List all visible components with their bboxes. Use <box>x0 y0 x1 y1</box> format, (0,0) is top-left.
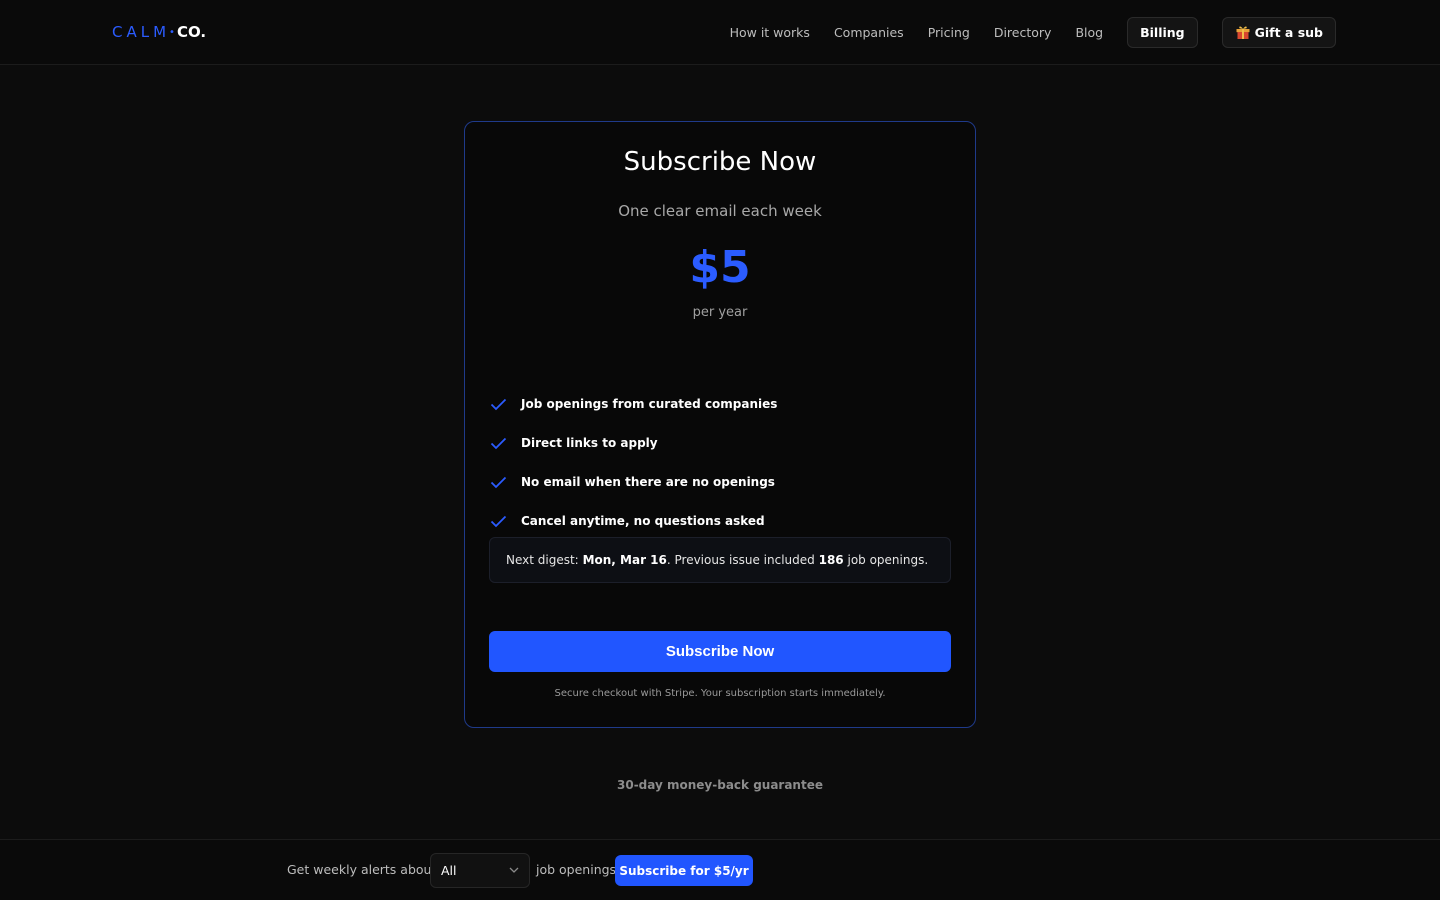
check-icon <box>490 515 507 528</box>
check-icon <box>490 476 507 489</box>
nav-pricing[interactable]: Pricing <box>928 25 970 40</box>
price-period: per year <box>692 305 748 320</box>
digest-date: Mon, Mar 16 <box>582 553 667 567</box>
feature-text: Cancel anytime, no questions asked <box>521 513 765 528</box>
next-digest-info: Next digest: Mon, Mar 16. Previous issue… <box>489 537 951 583</box>
nav-directory[interactable]: Directory <box>994 25 1052 40</box>
alert-text-after: job openings <box>536 862 617 877</box>
alert-bar: Get weekly alerts about All job openings… <box>0 839 1440 900</box>
feature-text: No email when there are no openings <box>521 474 775 489</box>
check-icon <box>490 437 507 450</box>
logo-dot: • <box>169 26 175 38</box>
gift-icon <box>1235 24 1251 40</box>
logo[interactable]: CALM • CO. <box>112 22 206 42</box>
site-header: CALM • CO. How it works Companies Pricin… <box>0 0 1440 65</box>
money-back-guarantee: 30-day money-back guarantee <box>617 778 823 792</box>
nav-companies[interactable]: Companies <box>834 25 904 40</box>
billing-button[interactable]: Billing <box>1127 16 1198 48</box>
subscribe-card: Subscribe Now One clear email each week … <box>464 121 976 728</box>
feature-list: Job openings from curated companies Dire… <box>490 384 950 540</box>
price: $5 <box>689 242 751 293</box>
feature-item: Job openings from curated companies <box>490 384 950 423</box>
category-select-value: All <box>441 863 457 878</box>
feature-item: No email when there are no openings <box>490 462 950 501</box>
feature-text: Job openings from curated companies <box>521 396 778 411</box>
digest-count: 186 <box>818 553 844 567</box>
feature-item: Direct links to apply <box>490 423 950 462</box>
chevron-down-icon <box>509 867 519 873</box>
check-icon <box>490 398 507 411</box>
digest-suffix: job openings. <box>847 553 929 567</box>
billing-label: Billing <box>1140 24 1185 40</box>
category-select[interactable]: All <box>430 853 530 888</box>
nav-blog[interactable]: Blog <box>1075 25 1103 40</box>
main-nav: How it works Companies Pricing Directory… <box>730 16 1336 48</box>
gift-sub-button[interactable]: Gift a sub <box>1221 16 1336 48</box>
nav-how-it-works[interactable]: How it works <box>730 25 810 40</box>
feature-item: Cancel anytime, no questions asked <box>490 501 950 540</box>
feature-text: Direct links to apply <box>521 435 658 450</box>
subscribe-yearly-button[interactable]: Subscribe for $5/yr <box>615 855 753 886</box>
logo-co: CO. <box>176 23 207 41</box>
alert-text-before: Get weekly alerts about <box>287 862 437 877</box>
digest-prefix: Next digest: <box>506 553 579 567</box>
card-subtitle: One clear email each week <box>618 202 822 220</box>
secure-checkout-note: Secure checkout with Stripe. Your subscr… <box>554 688 886 699</box>
card-title: Subscribe Now <box>623 147 817 177</box>
logo-calm: CALM <box>112 23 171 41</box>
gift-sub-label: Gift a sub <box>1254 24 1323 40</box>
subscribe-now-button[interactable]: Subscribe Now <box>489 631 951 672</box>
digest-mid: . Previous issue included <box>666 553 815 567</box>
